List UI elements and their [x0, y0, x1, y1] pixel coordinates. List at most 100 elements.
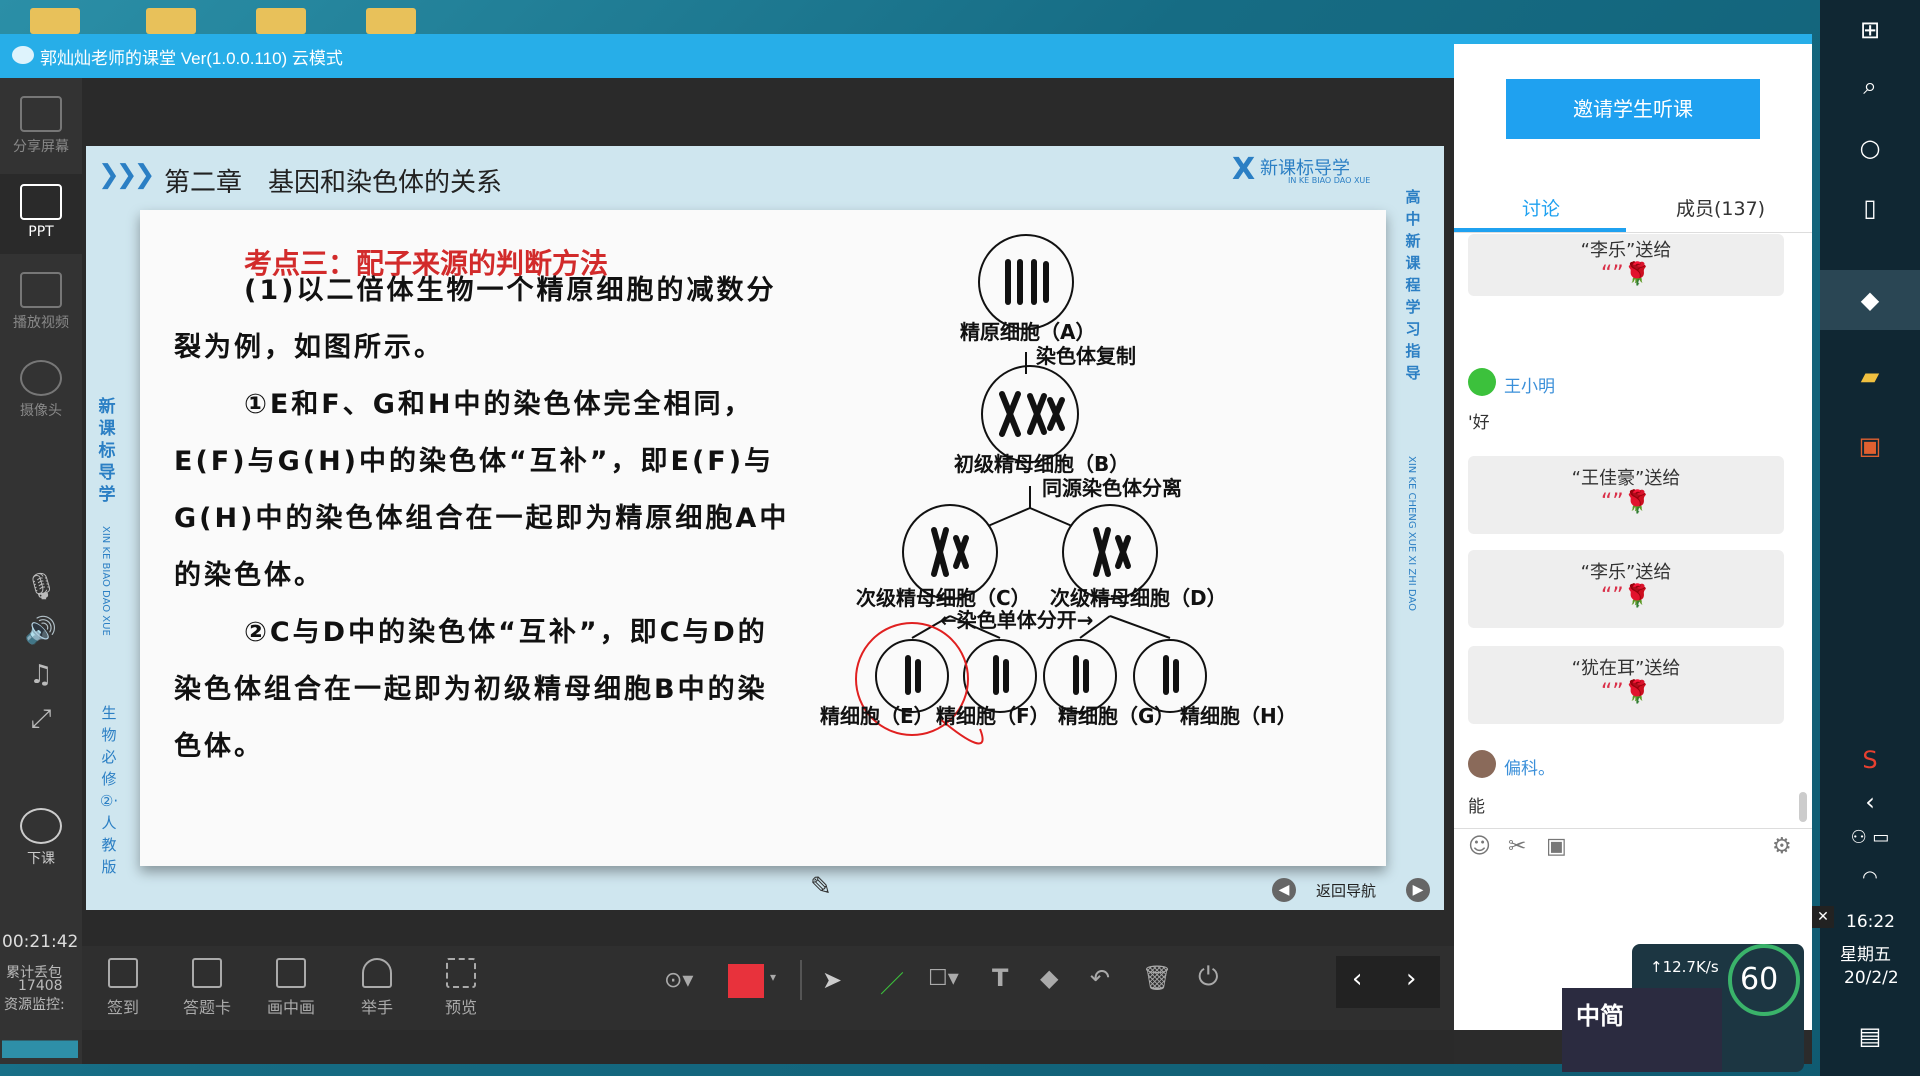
music-icon[interactable]: ♫ [18, 660, 64, 694]
rose-icon: “”🌹 [1600, 584, 1652, 609]
camera-button[interactable]: 摄像头 [0, 350, 82, 430]
preview-button[interactable]: 预览 [426, 958, 496, 1018]
raise-hand-button[interactable]: 举手 [342, 958, 412, 1018]
toolbar-label: 画中画 [266, 998, 315, 1017]
clock-time: 16:22 [1846, 912, 1895, 932]
gift-message: “王佳豪”送给 “”🌹 [1468, 456, 1784, 534]
tab-members[interactable]: 成员(137) [1676, 194, 1765, 221]
picture-in-picture-button[interactable]: 画中画 [256, 958, 326, 1018]
desktop-folder-icon[interactable] [256, 8, 306, 34]
right-vertical-pinyin: XIN KE CHENG XUE XI ZHI DAO [1406, 456, 1417, 611]
windows-start-icon[interactable]: ⊞ [1820, 0, 1920, 60]
chat-text: '好 [1468, 413, 1490, 433]
share-screen-button[interactable]: 分享屏幕 [0, 86, 82, 166]
invite-students-button[interactable]: 邀请学生听课 [1506, 79, 1760, 139]
task-view-icon[interactable]: ▯ [1820, 178, 1920, 238]
rail-label: 下课 [27, 851, 55, 867]
label-cell-e: 精细胞（E） [820, 704, 934, 728]
answer-card-button[interactable]: 答题卡 [172, 958, 242, 1018]
return-nav-link[interactable]: 返回导航 [1316, 880, 1376, 901]
nav-back-icon[interactable]: ◀ [1272, 878, 1296, 902]
text-tool-icon[interactable]: T [992, 964, 1008, 992]
left-vertical-banner: 新课标导学 [98, 397, 116, 505]
desktop-folder-icon[interactable] [146, 8, 196, 34]
laser-pointer-icon[interactable]: ⊙▾ [664, 968, 693, 993]
paragraph-2-cont: G(H)中的染色体组合在一起即为精原细胞A中 [174, 503, 790, 534]
rose-icon: “”🌹 [1600, 262, 1652, 287]
ppt-button[interactable]: PPT [0, 174, 82, 254]
label-step-3: ←染色单体分开→ [940, 608, 1094, 632]
paragraph-3-cont: 染色体组合在一起即为初级精母细胞B中的染 [174, 674, 768, 705]
app-logo-icon [12, 46, 34, 64]
desktop-icon[interactable] [30, 8, 80, 34]
cell-a [978, 234, 1074, 330]
shape-icon[interactable]: ☐▾ [928, 966, 959, 991]
next-page-icon[interactable]: › [1406, 964, 1416, 994]
play-video-icon [20, 272, 62, 308]
tab-discussion[interactable]: 讨论 [1522, 194, 1560, 221]
wechat-avatar-icon [1468, 368, 1496, 396]
resource-monitor-label: 资源监控: [4, 997, 65, 1013]
chat-username: 王小明 [1504, 377, 1555, 397]
office-icon[interactable]: ▣ [1820, 416, 1920, 476]
label-cell-h: 精细胞（H） [1180, 704, 1297, 728]
end-class-button[interactable]: 下课 [0, 798, 82, 878]
paragraph-2-cont: 的染色体。 [174, 560, 324, 591]
memory-percent: 60 [1740, 962, 1779, 997]
settings-gear-icon[interactable]: ⚙ [1772, 834, 1792, 859]
classroom-app-icon[interactable]: ◆ [1820, 270, 1920, 330]
file-explorer-icon[interactable]: ▰ [1820, 346, 1920, 406]
network-widget: ↑12.7K/s 60 中简 [1562, 944, 1804, 1072]
toolbar-label: 答题卡 [182, 998, 231, 1017]
rail-label: PPT [28, 224, 54, 240]
rose-icon: “”🌹 [1600, 490, 1652, 515]
sign-in-button[interactable]: 签到 [88, 958, 158, 1018]
resource-monitor-graph [2, 1014, 78, 1058]
select-pointer-icon[interactable]: ➤ [822, 966, 842, 994]
chat-scrollbar[interactable] [1799, 792, 1807, 822]
power-icon[interactable]: ⏻ [1198, 962, 1219, 993]
cortana-icon[interactable]: ○ [1820, 118, 1920, 178]
toolbar-divider [800, 960, 802, 1000]
rail-label: 摄像头 [20, 403, 62, 419]
upload-speed: ↑12.7K/s [1650, 958, 1719, 976]
desktop-folder-icon[interactable] [366, 8, 416, 34]
microphone-icon[interactable]: 🎙 [18, 572, 64, 606]
play-video-button[interactable]: 播放视频 [0, 262, 82, 342]
slide-header: ❯❯❯ 第二章 基因和染色体的关系 X 新课标导学 IN KE BIAO DAO… [86, 146, 1444, 210]
brand-pinyin: IN KE BIAO DAO XUE [1288, 176, 1371, 185]
label-cell-f: 精细胞（F） [936, 704, 1050, 728]
close-widget-icon[interactable]: ✕ [1812, 906, 1834, 928]
clock-day: 星期五 [1840, 945, 1891, 965]
trash-icon[interactable]: 🗑 [1142, 964, 1172, 992]
pen-color-swatch[interactable] [728, 964, 764, 998]
clock-date: 20/2/2 [1844, 968, 1899, 988]
nav-forward-icon[interactable]: ▶ [1406, 878, 1430, 902]
prev-page-icon[interactable]: ‹ [1352, 964, 1362, 994]
color-dropdown-icon[interactable]: ▾ [770, 970, 776, 984]
ppt-slide: ❯❯❯ 第二章 基因和染色体的关系 X 新课标导学 IN KE BIAO DAO… [86, 146, 1444, 910]
emoji-icon[interactable]: ☺ [1468, 834, 1491, 859]
wifi-icon[interactable]: ◠ [1820, 848, 1920, 908]
pen-icon[interactable]: ／ [880, 964, 904, 999]
camera-icon [20, 360, 62, 396]
tab-divider [1454, 232, 1812, 233]
paragraph-3-cont: 色体。 [174, 731, 264, 762]
toolbar-label: 预览 [444, 998, 477, 1017]
input-divider [1454, 828, 1812, 829]
paragraph-1: (1)以二倍体生物一个精原细胞的减数分 [244, 275, 777, 306]
speaker-icon[interactable]: 🔊 [18, 616, 64, 650]
notification-icon[interactable]: ▤ [1820, 1006, 1920, 1066]
search-icon[interactable]: ⌕ [1820, 56, 1920, 116]
brand-logo-icon: X [1232, 152, 1256, 187]
pip-icon [276, 958, 306, 988]
right-vertical-banner: 高中新课程学习指导 [1405, 188, 1421, 382]
undo-icon[interactable]: ↶ [1090, 964, 1110, 992]
rail-label: 播放视频 [13, 315, 69, 331]
paragraph-2-cont: E(F)与G(H)中的染色体“互补”，即E(F)与 [174, 446, 775, 477]
image-icon[interactable]: ▣ [1546, 834, 1567, 859]
ppt-icon [20, 184, 62, 220]
scissors-icon[interactable]: ✂ [1508, 834, 1526, 859]
eraser-icon[interactable]: ◆ [1040, 964, 1058, 992]
fullscreen-icon[interactable]: ⤢ [18, 704, 64, 738]
